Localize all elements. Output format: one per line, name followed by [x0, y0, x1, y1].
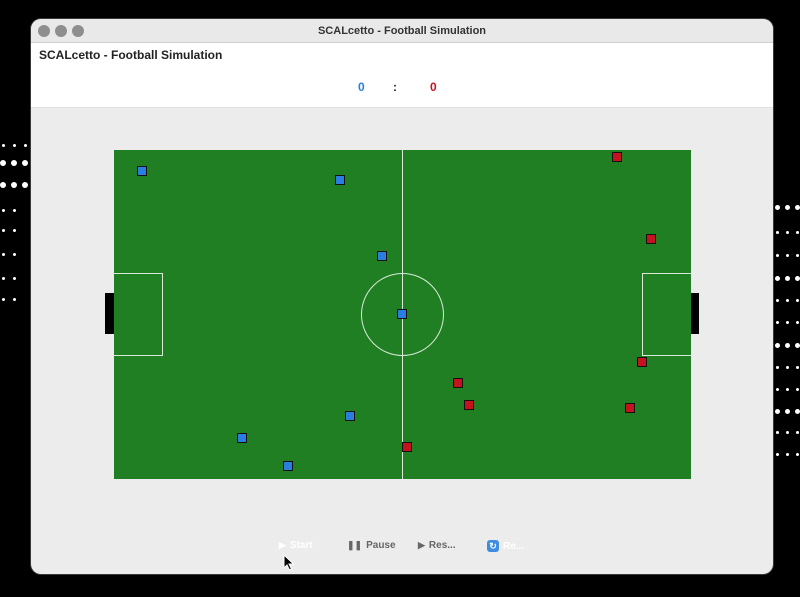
background-dot — [794, 342, 800, 348]
pause-label: Pause — [366, 540, 396, 551]
window-controls — [38, 25, 84, 37]
background-dot — [785, 253, 789, 257]
background-dot — [11, 160, 17, 166]
reset-button[interactable]: ↻ Re... — [487, 540, 524, 552]
refresh-icon: ↻ — [487, 540, 499, 552]
play-icon: ▶ — [418, 540, 425, 550]
player-blue — [283, 461, 293, 471]
reset-label: Re... — [503, 540, 525, 552]
background-dot — [795, 452, 799, 456]
player-blue — [335, 175, 345, 185]
background-dot — [774, 204, 780, 210]
background-dot — [785, 320, 789, 324]
background-dot — [0, 182, 6, 188]
background-dot — [775, 387, 779, 391]
background-dot — [12, 143, 16, 147]
player-blue — [397, 309, 407, 319]
background-dot — [794, 275, 800, 281]
background-dot — [794, 408, 800, 414]
background-dot — [784, 342, 790, 348]
background-dot — [1, 276, 5, 280]
play-icon: ▶ — [279, 540, 286, 550]
background-dot — [785, 230, 789, 234]
background-dot — [1, 208, 5, 212]
player-blue — [377, 251, 387, 261]
minimize-window-button[interactable] — [55, 25, 67, 37]
player-blue — [137, 166, 147, 176]
background-dot — [22, 160, 28, 166]
score-blue: 0 — [358, 80, 365, 94]
background-dot — [795, 298, 799, 302]
control-bar: ▶ Start ❚❚ Pause ▶ Res... ↻ Re... — [31, 540, 773, 556]
player-red — [612, 152, 622, 162]
player-red — [402, 442, 412, 452]
player-blue — [237, 433, 247, 443]
background-dot — [23, 143, 27, 147]
start-label: Start — [289, 540, 313, 551]
close-window-button[interactable] — [38, 25, 50, 37]
background-dot — [795, 230, 799, 234]
background-dot — [795, 365, 799, 369]
background-dot — [795, 430, 799, 434]
football-pitch — [113, 150, 692, 479]
background-dot — [775, 452, 779, 456]
score-red: 0 — [430, 80, 437, 94]
background-dot — [1, 143, 5, 147]
player-red — [453, 378, 463, 388]
pause-icon: ❚❚ — [347, 540, 363, 550]
background-dot — [775, 253, 779, 257]
resume-button[interactable]: ▶ Res... — [418, 540, 456, 551]
score-separator: : — [393, 80, 397, 94]
app-window: SCALcetto - Football Simulation SCALcett… — [31, 19, 773, 574]
background-dot — [795, 253, 799, 257]
start-button[interactable]: ▶ Start — [279, 540, 313, 551]
pause-button[interactable]: ❚❚ Pause — [347, 540, 396, 551]
player-blue — [345, 411, 355, 421]
background-dot — [785, 430, 789, 434]
background-dot — [784, 204, 790, 210]
background-dot — [775, 430, 779, 434]
background-dot — [784, 275, 790, 281]
background-dot — [22, 182, 28, 188]
background-dot — [12, 276, 16, 280]
title-bar: SCALcetto - Football Simulation — [31, 19, 773, 43]
background-dot — [775, 230, 779, 234]
mouse-cursor-icon — [283, 554, 295, 571]
background-dot — [785, 387, 789, 391]
background-dot — [794, 204, 800, 210]
resume-label: Res... — [428, 540, 456, 551]
background-dot — [784, 408, 790, 414]
background-dot — [785, 452, 789, 456]
background-dot — [775, 298, 779, 302]
background-dot — [775, 365, 779, 369]
background-dot — [785, 298, 789, 302]
background-dot — [1, 297, 5, 301]
background-dot — [12, 252, 16, 256]
player-red — [637, 357, 647, 367]
background-dot — [774, 342, 780, 348]
background-dot — [795, 387, 799, 391]
background-dot — [775, 320, 779, 324]
background-dot — [785, 365, 789, 369]
background-dot — [774, 408, 780, 414]
background-dot — [1, 228, 5, 232]
background-dot — [12, 297, 16, 301]
background-dot — [0, 160, 6, 166]
player-red — [625, 403, 635, 413]
background-dot — [1, 252, 5, 256]
zoom-window-button[interactable] — [72, 25, 84, 37]
background-dot — [12, 228, 16, 232]
window-title: SCALcetto - Football Simulation — [317, 24, 487, 37]
player-red — [646, 234, 656, 244]
penalty-box-right — [642, 273, 692, 356]
player-red — [464, 400, 474, 410]
background-dot — [11, 182, 17, 188]
background-dot — [12, 208, 16, 212]
background-dot — [795, 320, 799, 324]
app-header: SCALcetto - Football Simulation 0 : 0 — [31, 43, 773, 108]
app-title: SCALcetto - Football Simulation — [39, 48, 223, 62]
penalty-box-left — [113, 273, 163, 356]
background-dot — [774, 275, 780, 281]
